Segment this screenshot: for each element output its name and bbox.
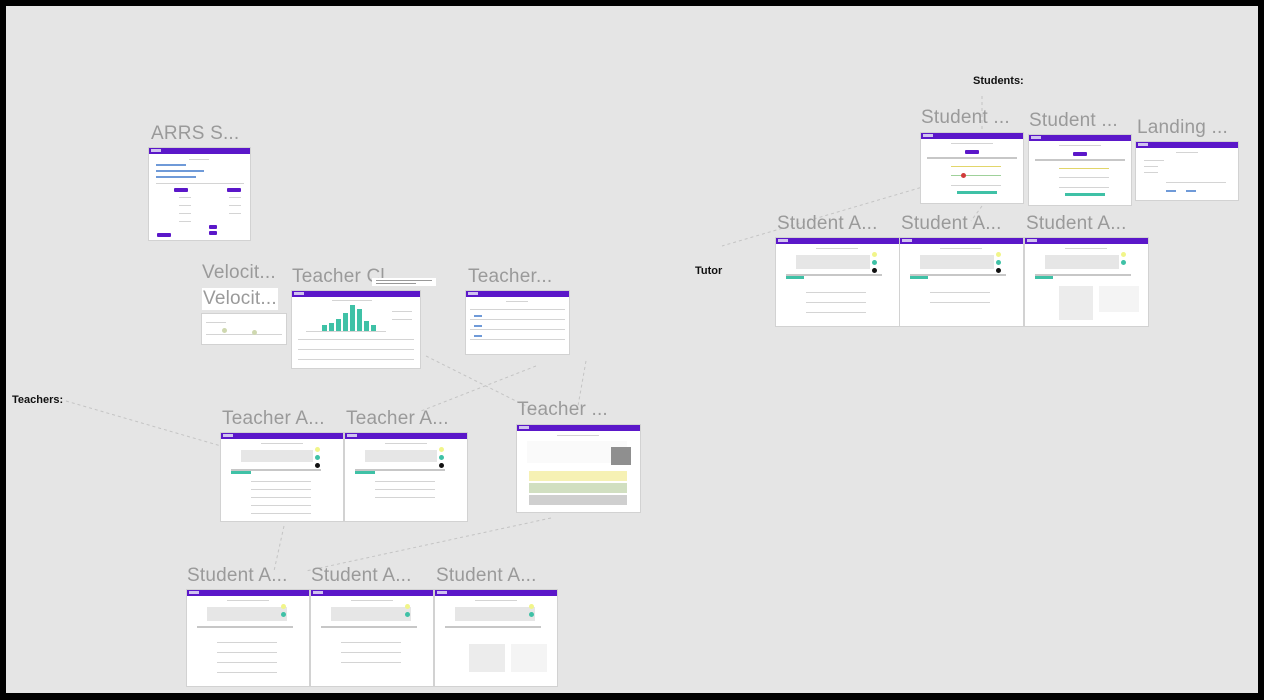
section-label-teachers: Teachers: (12, 394, 64, 406)
frame-title-student-a-bottom-2[interactable]: Student A... (311, 565, 412, 587)
frame-student-a-right-1[interactable] (776, 238, 899, 326)
frame-title-student-top-1[interactable]: Student ... (921, 107, 1010, 129)
frame-landing[interactable] (1136, 142, 1238, 200)
frame-title-velocity-1[interactable]: Velocit... (202, 262, 276, 284)
section-label-tutor: Tutor (695, 265, 723, 277)
frame-title-arrs[interactable]: ARRS S... (151, 123, 239, 145)
frame-student-a-bottom-2[interactable] (311, 590, 433, 686)
frame-velocity[interactable] (202, 314, 286, 344)
frame-teacher-a-1[interactable] (221, 433, 343, 521)
frame-title-student-a-bottom-3[interactable]: Student A... (436, 565, 537, 587)
frame-title-student-a-right-3[interactable]: Student A... (1026, 213, 1127, 235)
frame-student-a-bottom-1[interactable] (187, 590, 309, 686)
frame-teacher-mid[interactable] (517, 425, 640, 512)
frame-title-student-a-bottom-1[interactable]: Student A... (187, 565, 288, 587)
frame-title-teacher-a-2[interactable]: Teacher A... (346, 408, 449, 430)
frame-student-a-right-3[interactable] (1025, 238, 1148, 326)
frame-title-teacher-mid[interactable]: Teacher ... (517, 399, 608, 421)
frame-title-velocity-2[interactable]: Velocit... (202, 288, 278, 310)
frame-title-student-top-2[interactable]: Student ... (1029, 110, 1118, 132)
frame-student-a-bottom-3[interactable] (435, 590, 557, 686)
tooltip-note (372, 278, 436, 286)
frame-title-landing[interactable]: Landing ... (1137, 117, 1228, 139)
section-label-students: Students: (973, 75, 1024, 87)
frame-student-a-right-2[interactable] (900, 238, 1023, 326)
frame-teacher-a-2[interactable] (345, 433, 467, 521)
frame-student-top-2[interactable] (1029, 135, 1131, 205)
frame-teacher-top[interactable] (466, 291, 569, 354)
frame-arrs[interactable] (149, 148, 250, 240)
design-canvas[interactable]: Students: Tutor Teachers: ARRS S... Velo… (6, 6, 1258, 693)
frame-title-student-a-right-2[interactable]: Student A... (901, 213, 1002, 235)
frame-student-top-1[interactable] (921, 133, 1023, 203)
frame-title-teacher-a-1[interactable]: Teacher A... (222, 408, 325, 430)
frame-title-student-a-right-1[interactable]: Student A... (777, 213, 878, 235)
frame-teacher-cl[interactable] (292, 291, 420, 368)
frame-title-teacher-top[interactable]: Teacher... (468, 266, 552, 288)
